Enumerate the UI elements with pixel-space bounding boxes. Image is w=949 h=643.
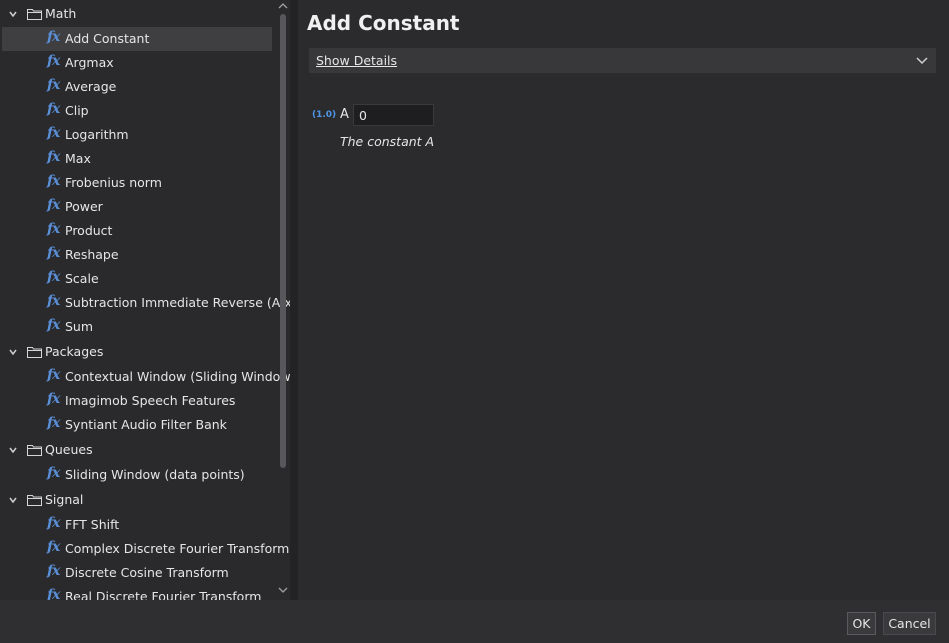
ok-button[interactable]: OK <box>847 612 876 635</box>
param-label: A <box>340 107 349 122</box>
function-icon: fx <box>47 125 60 141</box>
function-icon: fx <box>47 197 60 213</box>
param-type-hint: (1.0) <box>312 110 337 120</box>
function-icon: fx <box>47 101 60 117</box>
tree-item-label: Max <box>65 151 91 166</box>
param-description: The constant A <box>340 134 435 149</box>
page-title: Add Constant <box>307 11 460 35</box>
tree-item-label: Subtraction Immediate Reverse (A-x) <box>65 295 290 310</box>
chevron-down-icon[interactable] <box>8 347 18 357</box>
tree-item-subtraction-immediate-reverse-a-x[interactable]: fx Subtraction Immediate Reverse (A-x) <box>0 291 290 315</box>
function-icon: fx <box>47 221 60 237</box>
function-icon: fx <box>47 77 60 93</box>
tree-item-label: Discrete Cosine Transform <box>65 565 229 580</box>
tree-item-contextual-window-sliding-window[interactable]: fx Contextual Window (Sliding Window) <box>0 365 290 389</box>
folder-icon <box>27 495 42 506</box>
tree-item-imagimob-speech-features[interactable]: fx Imagimob Speech Features <box>0 389 276 413</box>
function-icon: fx <box>47 415 60 431</box>
tree-item-label: Real Discrete Fourier Transform <box>65 589 262 600</box>
scroll-down-icon[interactable] <box>278 586 288 594</box>
chevron-down-icon[interactable] <box>8 445 18 455</box>
tree-item-label: Sliding Window (data points) <box>65 467 245 482</box>
tree-item-logarithm[interactable]: fx Logarithm <box>0 123 276 147</box>
function-icon: fx <box>47 563 60 579</box>
tree-item-label: Imagimob Speech Features <box>65 393 236 408</box>
tree-item-label: Product <box>65 223 113 238</box>
tree-item-label: Complex Discrete Fourier Transform <box>65 541 290 556</box>
tree-item-label: Argmax <box>65 55 114 70</box>
function-icon: fx <box>47 391 60 407</box>
tree-item-label: FFT Shift <box>65 517 120 532</box>
show-details-bar[interactable]: Show Details <box>309 48 936 73</box>
detail-panel: Add Constant Show Details (1.0) A The co… <box>298 0 949 600</box>
constant-a-input[interactable] <box>353 104 434 126</box>
function-tree[interactable]: Math fx Add Constant fx Argmax fx Average fx Cli… <box>0 0 290 600</box>
function-icon: fx <box>47 293 60 309</box>
tree-item-label: Frobenius norm <box>65 175 162 190</box>
dialog-footer: OK Cancel <box>0 600 949 643</box>
function-icon: fx <box>47 515 60 531</box>
chevron-down-icon[interactable] <box>916 55 928 65</box>
folder-icon <box>27 445 42 456</box>
tree-group-label: Packages <box>45 344 104 359</box>
function-icon: fx <box>47 587 60 600</box>
tree-item-sliding-window-data-points[interactable]: fx Sliding Window (data points) <box>0 463 276 487</box>
tree-item-label: Add Constant <box>65 31 150 46</box>
tree-item-average[interactable]: fx Average <box>0 75 276 99</box>
tree-item-frobenius-norm[interactable]: fx Frobenius norm <box>0 171 276 195</box>
tree-item-sum[interactable]: fx Sum <box>0 315 276 339</box>
function-icon: fx <box>47 29 60 45</box>
tree-item-real-discrete-fourier-transform[interactable]: fx Real Discrete Fourier Transform <box>0 585 276 600</box>
tree-group-label: Math <box>45 6 77 21</box>
tree-item-discrete-cosine-transform[interactable]: fx Discrete Cosine Transform <box>0 561 276 585</box>
chevron-down-icon[interactable] <box>8 495 18 505</box>
tree-item-power[interactable]: fx Power <box>0 195 276 219</box>
function-icon: fx <box>47 149 60 165</box>
tree-group-label: Signal <box>45 492 84 507</box>
tree-scrollbar[interactable] <box>276 0 290 600</box>
tree-item-argmax[interactable]: fx Argmax <box>0 51 276 75</box>
tree-item-label: Syntiant Audio Filter Bank <box>65 417 227 432</box>
tree-item-label: Clip <box>65 103 89 118</box>
function-icon: fx <box>47 317 60 333</box>
function-icon: fx <box>47 269 60 285</box>
tree-group-packages[interactable]: Packages <box>0 340 276 364</box>
tree-item-max[interactable]: fx Max <box>0 147 276 171</box>
function-icon: fx <box>47 539 60 555</box>
tree-item-syntiant-audio-filter-bank[interactable]: fx Syntiant Audio Filter Bank <box>0 413 276 437</box>
tree-item-reshape[interactable]: fx Reshape <box>0 243 276 267</box>
scroll-up-icon[interactable] <box>278 2 288 10</box>
function-icon: fx <box>47 465 60 481</box>
folder-icon <box>27 347 42 358</box>
tree-item-label: Sum <box>65 319 94 334</box>
function-icon: fx <box>47 53 60 69</box>
tree-group-label: Queues <box>45 442 93 457</box>
tree-item-label: Reshape <box>65 247 119 262</box>
tree-item-product[interactable]: fx Product <box>0 219 276 243</box>
tree-item-label: Average <box>65 79 117 94</box>
folder-icon <box>27 9 42 20</box>
function-icon: fx <box>47 173 60 189</box>
tree-group-queues[interactable]: Queues <box>0 438 276 462</box>
tree-item-complex-discrete-fourier-transform[interactable]: fx Complex Discrete Fourier Transform <box>0 537 289 561</box>
show-details-link[interactable]: Show Details <box>316 53 397 68</box>
tree-item-label: Power <box>65 199 103 214</box>
tree-item-clip[interactable]: fx Clip <box>0 99 276 123</box>
cancel-button[interactable]: Cancel <box>883 612 936 635</box>
function-icon: fx <box>47 367 60 383</box>
function-icon: fx <box>47 245 60 261</box>
tree-item-label: Scale <box>65 271 99 286</box>
tree-item-fft-shift[interactable]: fx FFT Shift <box>0 513 276 537</box>
tree-group-math[interactable]: Math <box>0 2 276 26</box>
tree-group-signal[interactable]: Signal <box>0 488 276 512</box>
chevron-down-icon[interactable] <box>8 9 18 19</box>
tree-item-scale[interactable]: fx Scale <box>0 267 276 291</box>
panel-divider[interactable] <box>290 0 298 600</box>
tree-item-label: Contextual Window (Sliding Window) <box>65 369 290 384</box>
tree-item-add-constant[interactable]: fx Add Constant <box>2 27 272 51</box>
scrollbar-thumb[interactable] <box>280 14 286 468</box>
tree-item-label: Logarithm <box>65 127 129 142</box>
